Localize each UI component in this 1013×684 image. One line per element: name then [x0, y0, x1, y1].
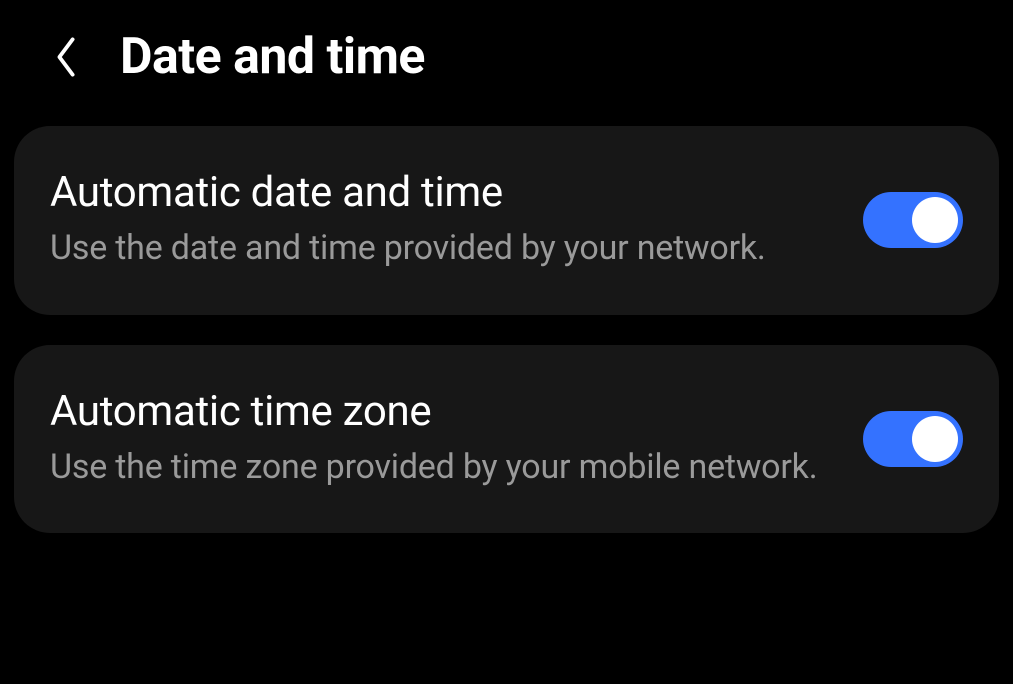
toggle-knob: [912, 416, 958, 462]
setting-description: Use the time zone provided by your mobil…: [50, 444, 833, 492]
toggle-automatic-time-zone[interactable]: [863, 411, 963, 467]
page-title: Date and time: [120, 28, 425, 86]
header: Date and time: [0, 0, 1013, 126]
setting-title: Automatic time zone: [50, 387, 833, 436]
setting-text-block: Automatic date and time Use the date and…: [50, 168, 863, 273]
setting-automatic-date-time[interactable]: Automatic date and time Use the date and…: [14, 126, 999, 315]
setting-automatic-time-zone[interactable]: Automatic time zone Use the time zone pr…: [14, 345, 999, 534]
setting-text-block: Automatic time zone Use the time zone pr…: [50, 387, 863, 492]
settings-list: Automatic date and time Use the date and…: [0, 126, 1013, 533]
back-button[interactable]: [48, 39, 84, 75]
setting-description: Use the date and time provided by your n…: [50, 225, 833, 273]
back-chevron-icon: [52, 35, 80, 79]
setting-title: Automatic date and time: [50, 168, 833, 217]
toggle-automatic-date-time[interactable]: [863, 192, 963, 248]
toggle-knob: [912, 197, 958, 243]
